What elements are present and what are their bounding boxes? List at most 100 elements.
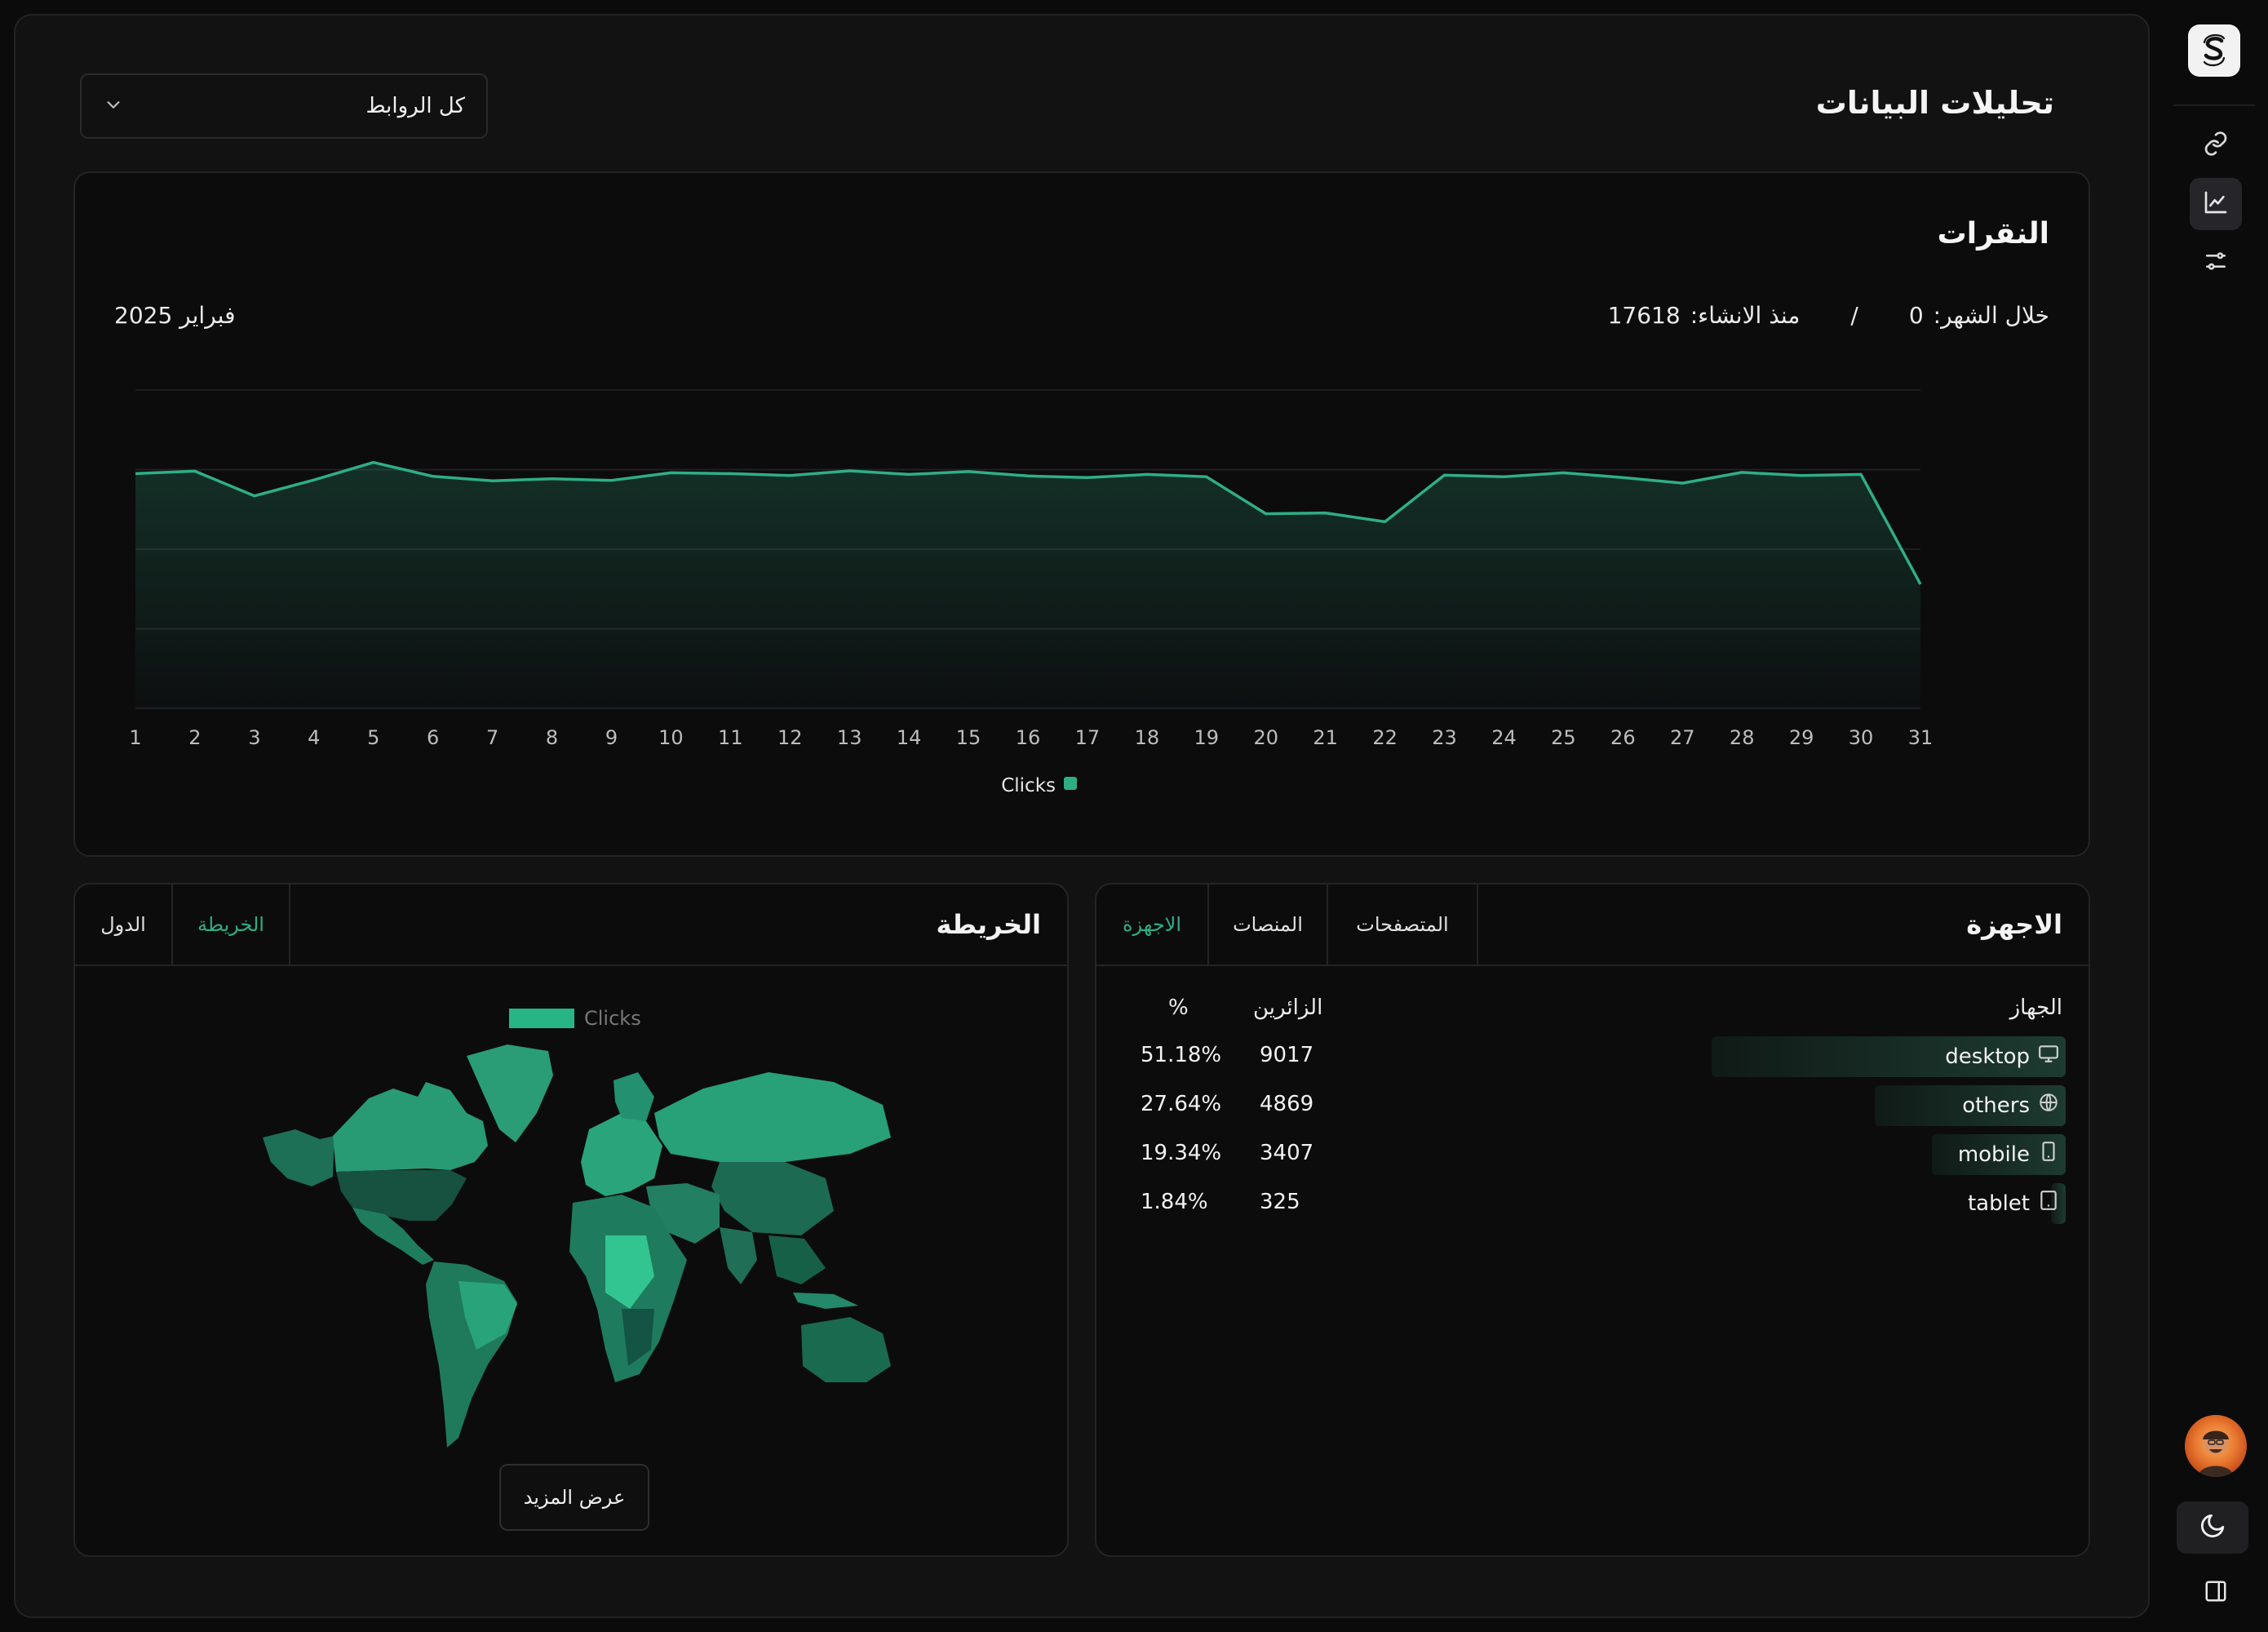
device-name: mobile: [1957, 1142, 2030, 1167]
x-tick-label: 6: [427, 726, 439, 749]
x-tick-label: 22: [1372, 726, 1398, 749]
map-region-russia: [654, 1072, 891, 1162]
show-more-button[interactable]: عرض المزيد: [499, 1464, 649, 1531]
device-label: tablet: [1968, 1190, 2059, 1217]
x-tick-label: 28: [1730, 726, 1755, 749]
x-tick-label: 26: [1610, 726, 1636, 749]
tab-platforms[interactable]: المنصات: [1209, 885, 1328, 965]
map-region-scandinavia: [614, 1072, 654, 1121]
x-tick-label: 11: [718, 726, 743, 749]
x-tick-label: 29: [1789, 726, 1814, 749]
world-map[interactable]: [263, 1040, 899, 1464]
x-tick-label: 18: [1135, 726, 1160, 749]
device-percent: 1.84%: [1141, 1190, 1208, 1214]
x-tick-label: 19: [1194, 726, 1220, 749]
user-avatar[interactable]: [2185, 1415, 2247, 1477]
device-percent: 51.18%: [1141, 1043, 1222, 1067]
device-visitors: 325: [1260, 1190, 1300, 1214]
device-label: others: [1962, 1092, 2059, 1119]
globe-icon: [2038, 1092, 2059, 1119]
x-tick-label: 16: [1016, 726, 1041, 749]
tab-countries[interactable]: الدول: [75, 885, 173, 965]
x-tick-label: 21: [1313, 726, 1338, 749]
toggle-sidebar-button[interactable]: [2190, 1567, 2242, 1619]
nav-settings[interactable]: [2190, 237, 2242, 289]
device-row-others: others 4869 27.64%: [1096, 1085, 2089, 1126]
map-legend-label: Clicks: [584, 1007, 641, 1030]
sliders-icon: [2203, 248, 2229, 277]
x-tick-label: 25: [1551, 726, 1576, 749]
x-tick-label: 24: [1491, 726, 1517, 749]
x-tick-label: 10: [658, 726, 684, 749]
x-tick-label: 3: [248, 726, 260, 749]
x-tick-label: 5: [367, 726, 379, 749]
device-percent: 19.34%: [1141, 1141, 1222, 1165]
page-title: تحليلات البيانات: [1815, 85, 2054, 121]
x-tick-label: 20: [1253, 726, 1278, 749]
x-tick-label: 30: [1849, 726, 1874, 749]
device-visitors: 4869: [1260, 1092, 1314, 1116]
sidebar-panel-icon: [2204, 1579, 2228, 1607]
line-chart-icon: [2203, 189, 2229, 219]
x-tick-label: 7: [486, 726, 498, 749]
chart-area-fill: [135, 462, 1920, 708]
map-card: الخريطة الدول الخريطة Clicks عرض المزيد: [73, 883, 1069, 1557]
device-percent: 27.64%: [1141, 1092, 1222, 1116]
map-region-china: [711, 1162, 834, 1235]
x-tick-label: 14: [897, 726, 922, 749]
map-region-canada: [333, 1082, 488, 1172]
map-region-australia: [801, 1317, 891, 1382]
tablet-icon: [2038, 1190, 2059, 1217]
smartphone-icon: [2038, 1141, 2059, 1168]
map-region-southeast-asia: [769, 1235, 826, 1284]
nav-analytics[interactable]: [2190, 178, 2242, 230]
clicks-area-chart: 1 2 3 4 5 6 7 8 9 10 11 12 13 14 15 16 17 18 19 20 21 22 23 24 2…: [129, 389, 1934, 796]
x-tick-label: 15: [956, 726, 981, 749]
monitor-icon: [2038, 1043, 2059, 1070]
device-visitors: 9017: [1260, 1043, 1314, 1067]
sidebar-divider: [2173, 104, 2255, 106]
link-filter-value: كل الروابط: [365, 94, 465, 118]
x-tick-label: 2: [188, 726, 201, 749]
map-region-europe: [581, 1113, 662, 1196]
moon-icon: [2199, 1512, 2226, 1543]
x-tick-label: 13: [837, 726, 862, 749]
chevron-down-icon: [104, 95, 122, 117]
device-visitors: 3407: [1260, 1141, 1314, 1165]
x-tick-label: 27: [1670, 726, 1695, 749]
map-card-header: الخريطة الدول الخريطة: [75, 885, 1067, 966]
x-tick-label: 17: [1075, 726, 1101, 749]
device-label: desktop: [1945, 1043, 2059, 1070]
device-name: tablet: [1967, 1191, 2030, 1216]
map-title: الخريطة: [936, 909, 1041, 940]
x-tick-label: 31: [1908, 726, 1934, 749]
device-row-desktop: desktop 9017 51.18%: [1096, 1036, 2089, 1077]
tab-browsers[interactable]: المتصفحات: [1328, 885, 1478, 965]
clicks-card: النقرات خلال الشهر: 0 / منذ الانشاء: 176…: [73, 171, 2090, 857]
device-label: mobile: [1958, 1141, 2059, 1168]
nav-links[interactable]: [2190, 119, 2242, 171]
x-tick-label: 12: [777, 726, 803, 749]
devices-card: الاجهزة الاجهزة المنصات المتصفحات الجهاز…: [1095, 883, 2090, 1557]
map-legend: Clicks: [509, 1007, 641, 1030]
chart-legend-swatch: [1064, 777, 1077, 790]
tab-devices[interactable]: الاجهزة: [1096, 885, 1209, 965]
theme-toggle-button[interactable]: [2177, 1501, 2248, 1554]
link-filter-select[interactable]: كل الروابط: [80, 73, 488, 139]
col-device: الجهاز: [2009, 996, 2062, 1020]
x-tick-label: 4: [308, 726, 320, 749]
map-region-indonesia: [793, 1293, 858, 1309]
app-logo[interactable]: [2188, 24, 2240, 77]
map-region-alaska: [263, 1129, 334, 1186]
x-tick-label: 8: [546, 726, 558, 749]
map-legend-swatch: [509, 1009, 574, 1028]
x-tick-label: 1: [129, 726, 141, 749]
devices-title: الاجهزة: [1966, 909, 2062, 940]
col-visitors: الزائرين: [1253, 996, 1323, 1020]
map-region-india: [720, 1227, 757, 1284]
chart-legend-label: Clicks: [1001, 775, 1056, 796]
x-tick-label: 9: [605, 726, 618, 749]
devices-card-header: الاجهزة الاجهزة المنصات المتصفحات: [1096, 885, 2089, 966]
tab-map[interactable]: الخريطة: [173, 885, 290, 965]
device-name: others: [1962, 1093, 2030, 1118]
